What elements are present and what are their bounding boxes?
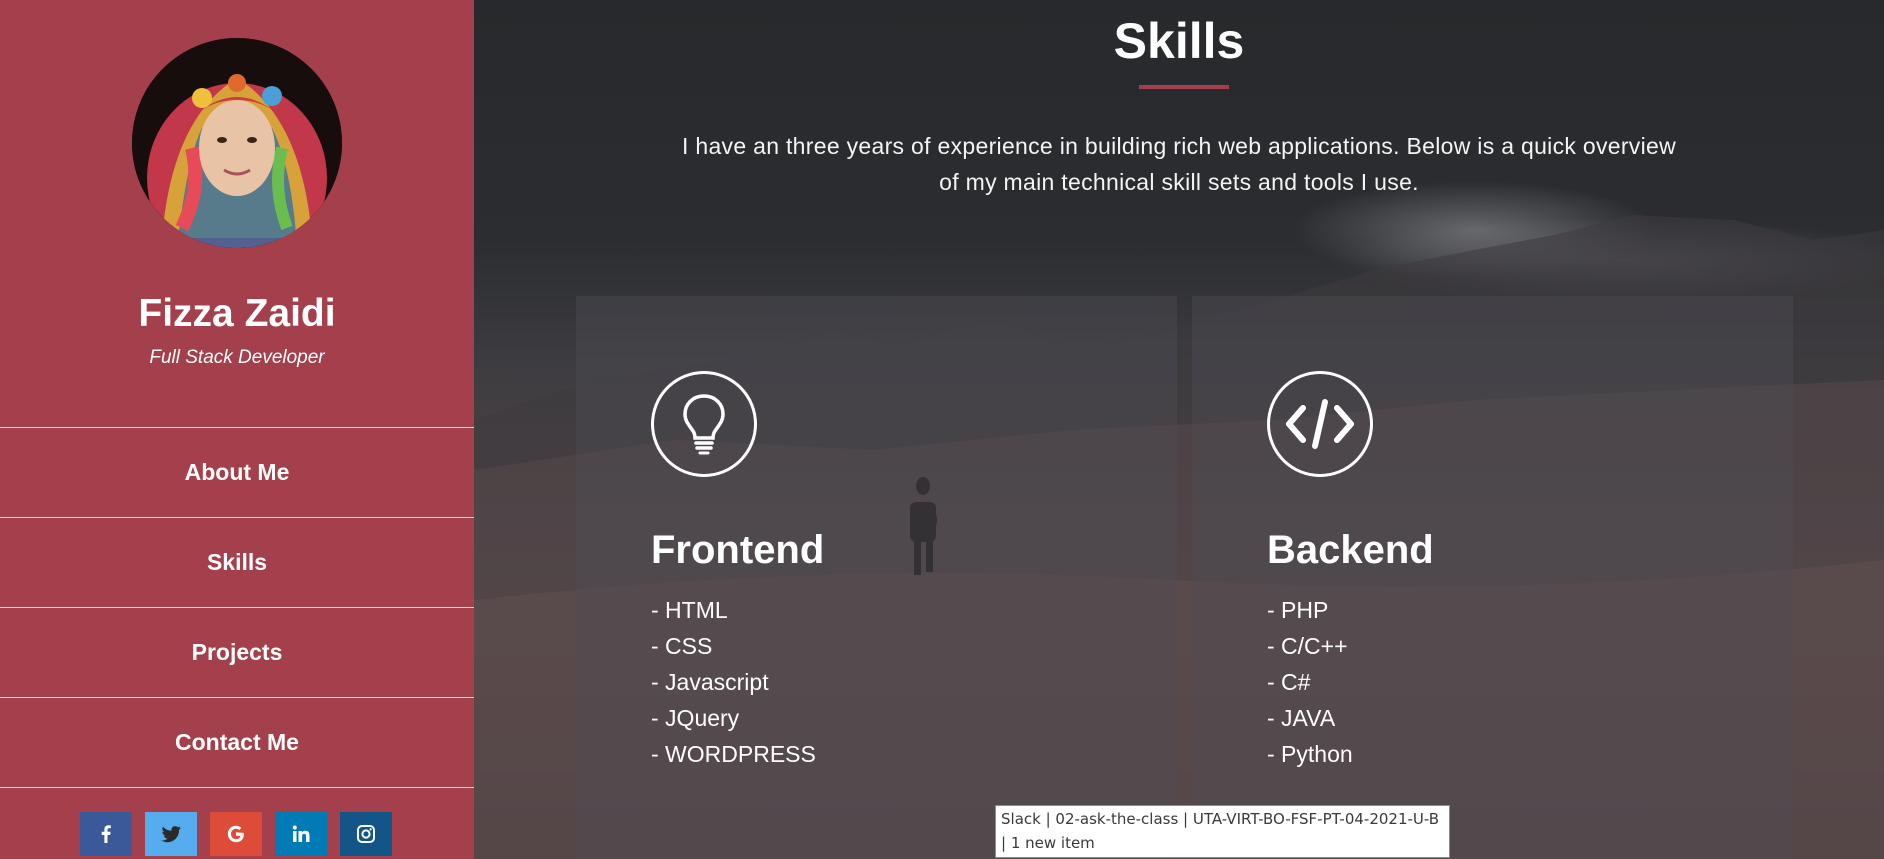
instagram-button[interactable] xyxy=(340,812,392,856)
code-icon xyxy=(1267,371,1373,477)
profile-role: Full Stack Developer xyxy=(149,347,325,368)
list-item: - C# xyxy=(1267,669,1311,695)
backend-skill-list: - PHP - C/C++ - C# - JAVA - Python xyxy=(1267,592,1353,772)
backend-card: Backend - PHP - C/C++ - C# - JAVA - Pyth… xyxy=(1192,296,1793,859)
nav-item-skills[interactable]: Skills xyxy=(0,517,474,607)
avatar xyxy=(132,38,342,248)
frontend-title: Frontend xyxy=(651,528,825,572)
instagram-icon xyxy=(357,825,375,843)
list-item: - HTML xyxy=(651,597,728,623)
list-item: - C/C++ xyxy=(1267,633,1348,659)
sidebar-nav: About Me Skills Projects Contact Me xyxy=(0,427,474,788)
list-item: - Javascript xyxy=(651,669,769,695)
linkedin-button[interactable] xyxy=(275,812,327,856)
lightbulb-icon xyxy=(651,371,757,477)
google-button[interactable] xyxy=(210,812,262,856)
linkedin-icon xyxy=(292,825,310,842)
backend-title: Backend xyxy=(1267,528,1434,572)
title-underline xyxy=(1139,85,1229,89)
skills-section: Skills I have an three years of experien… xyxy=(474,0,1884,859)
nav-item-contact-me[interactable]: Contact Me xyxy=(0,697,474,788)
list-item: - Python xyxy=(1267,741,1353,767)
list-item: - JQuery xyxy=(651,705,740,731)
facebook-button[interactable] xyxy=(80,812,132,856)
taskbar-tooltip: Slack | 02-ask-the-class | UTA-VIRT-BO-F… xyxy=(995,805,1450,858)
facebook-icon xyxy=(101,825,111,843)
section-title: Skills xyxy=(1113,13,1245,69)
frontend-card: Frontend - HTML - CSS - Javascript - JQu… xyxy=(576,296,1177,859)
list-item: - WORDPRESS xyxy=(651,741,816,767)
list-item: - JAVA xyxy=(1267,705,1336,731)
twitter-icon xyxy=(161,826,181,843)
google-icon xyxy=(227,825,244,843)
profile-photo xyxy=(132,38,342,248)
list-item: - PHP xyxy=(1267,597,1329,623)
frontend-skill-list: - HTML - CSS - Javascript - JQuery - WOR… xyxy=(651,592,816,772)
profile-name: Fizza Zaidi xyxy=(138,292,336,335)
skills-intro: I have an three years of experience in b… xyxy=(681,133,1677,195)
twitter-button[interactable] xyxy=(145,812,197,856)
list-item: - CSS xyxy=(651,633,713,659)
nav-item-projects[interactable]: Projects xyxy=(0,607,474,697)
nav-item-about-me[interactable]: About Me xyxy=(0,427,474,517)
social-links xyxy=(80,812,392,856)
sidebar: Fizza Zaidi Full Stack Developer About M… xyxy=(0,0,474,859)
